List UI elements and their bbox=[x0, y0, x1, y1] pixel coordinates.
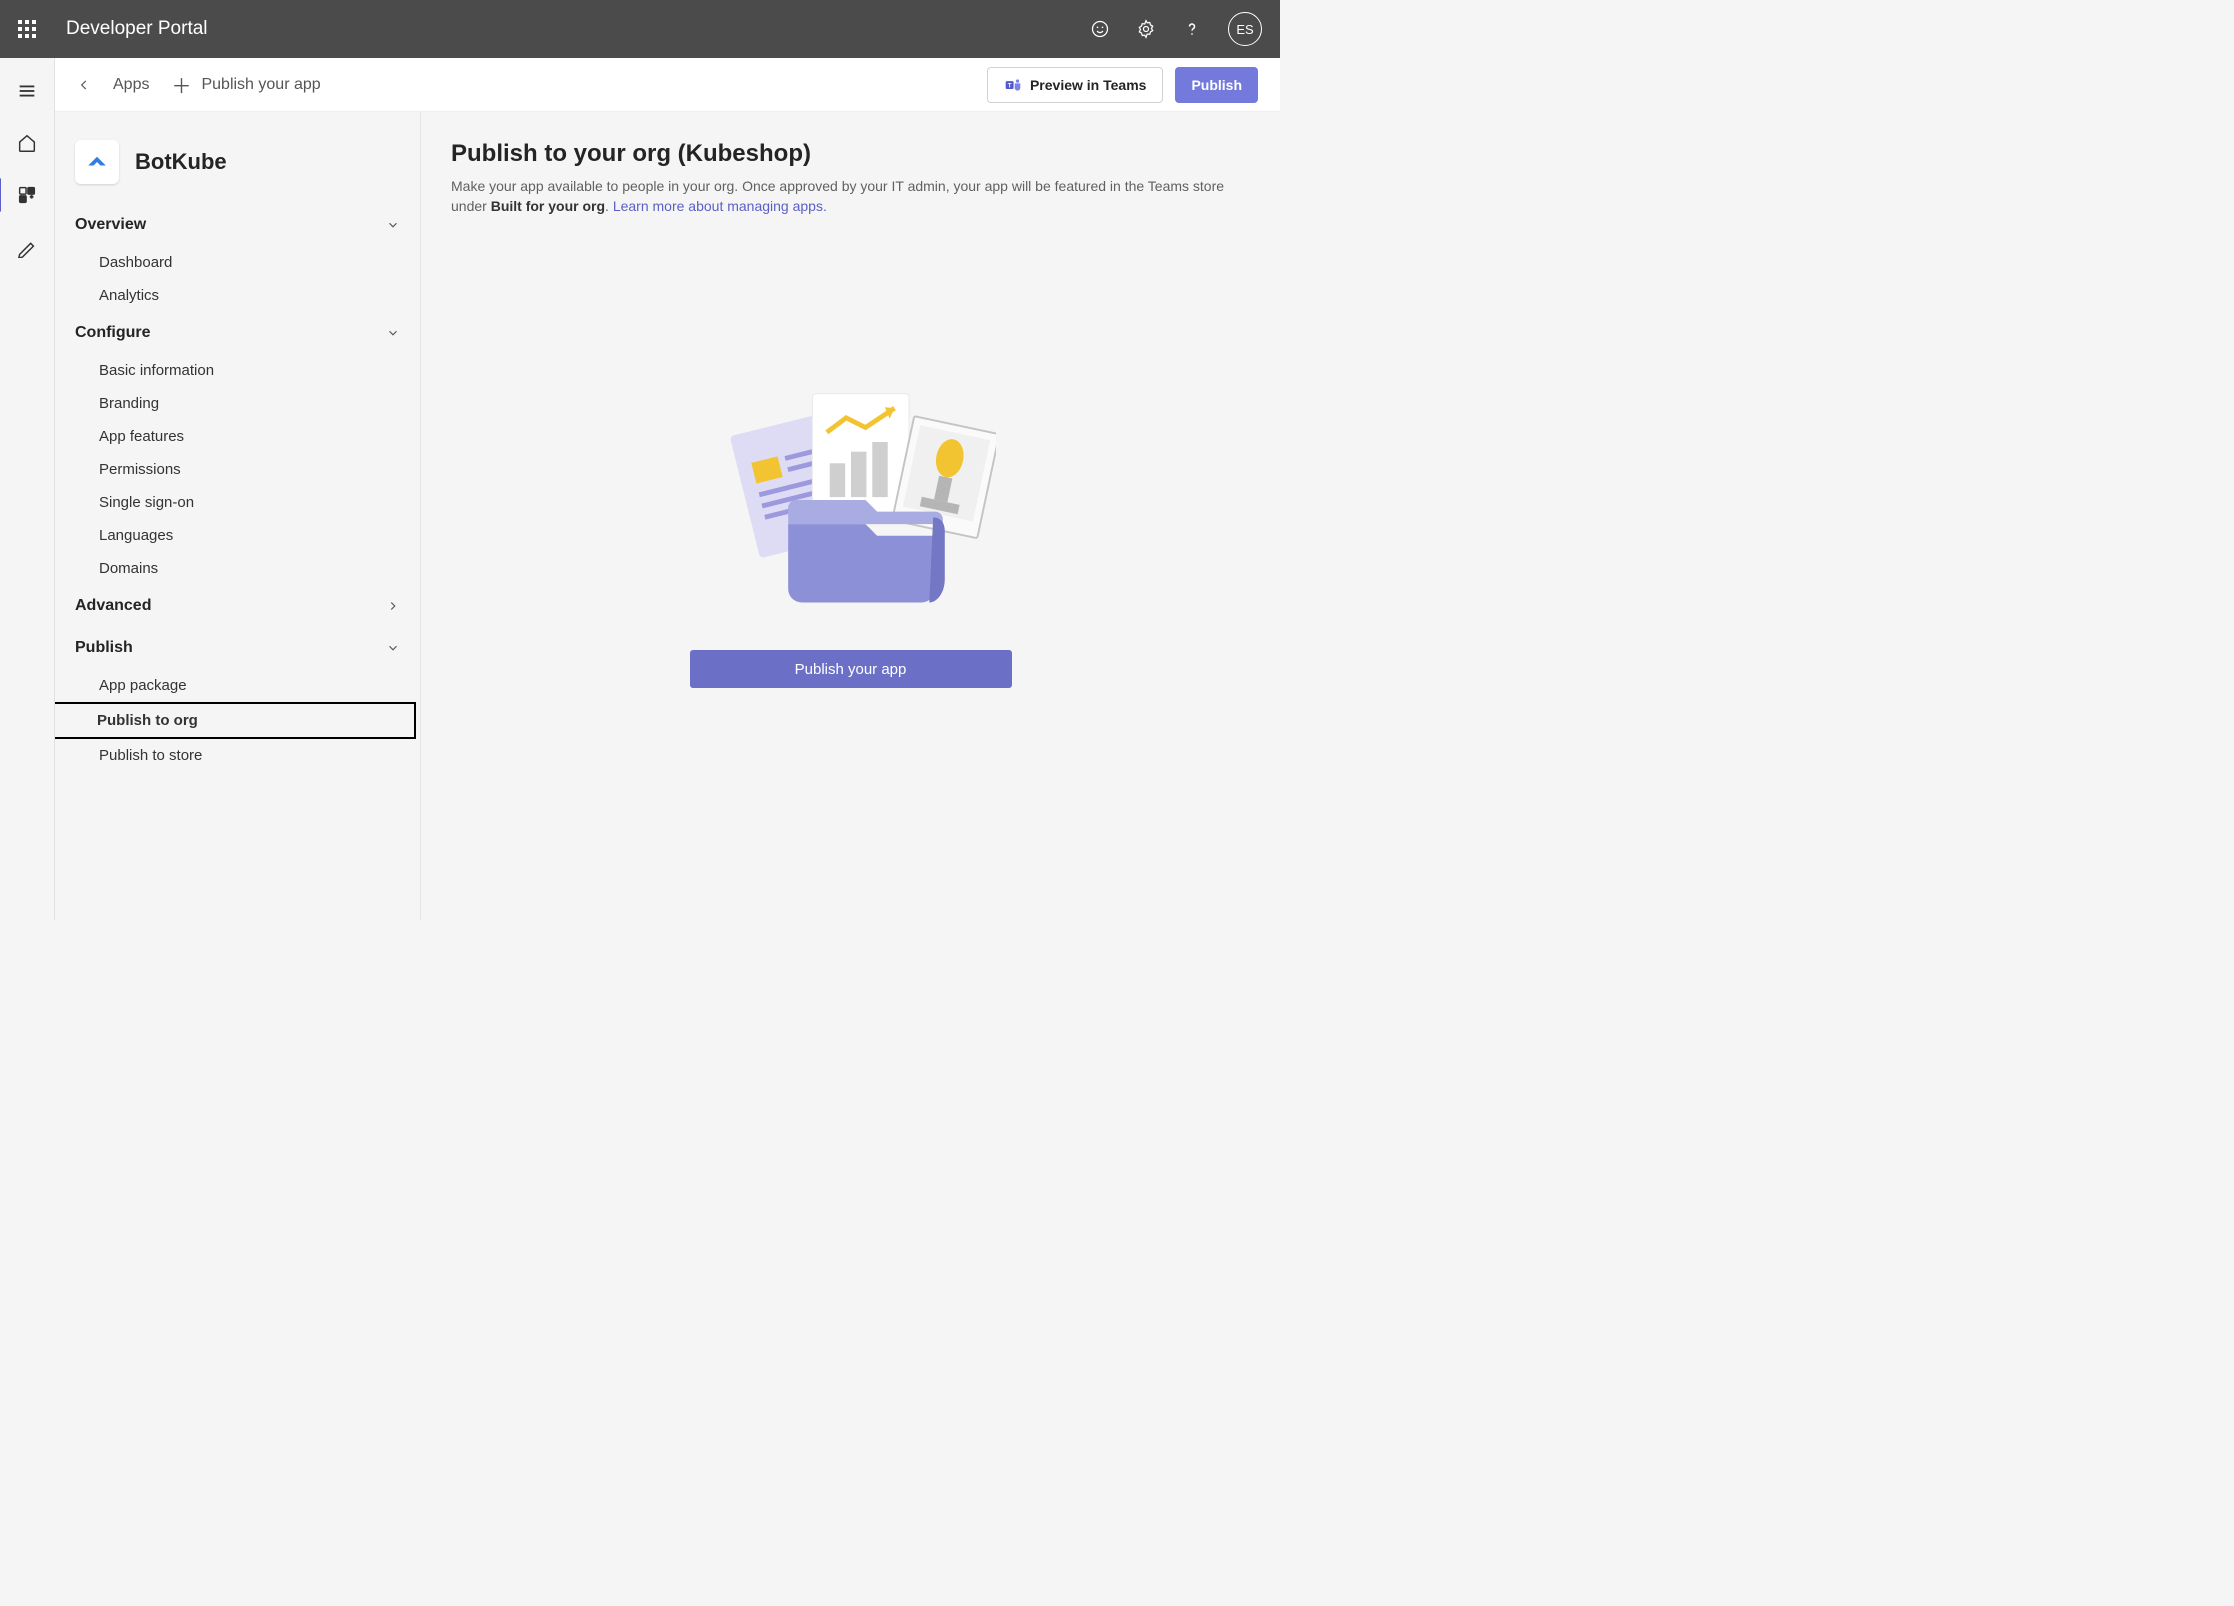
app-header: BotKube bbox=[55, 140, 420, 204]
teams-icon: T bbox=[1004, 76, 1022, 94]
chevron-down-icon bbox=[386, 218, 400, 232]
app-name: BotKube bbox=[135, 149, 227, 175]
publish-illustration bbox=[706, 380, 996, 620]
sub-header: Apps ＋ Publish your app T Preview in Tea… bbox=[55, 58, 1280, 112]
sidebar-item-analytics[interactable]: Analytics bbox=[55, 279, 420, 312]
section-overview[interactable]: Overview bbox=[55, 204, 420, 246]
breadcrumb-apps[interactable]: Apps bbox=[113, 76, 149, 94]
sidebar-item-app-features[interactable]: App features bbox=[55, 420, 420, 453]
hamburger-icon[interactable] bbox=[14, 78, 40, 104]
help-icon[interactable] bbox=[1182, 19, 1202, 39]
chevron-right-icon bbox=[386, 599, 400, 613]
section-advanced-label: Advanced bbox=[75, 597, 151, 615]
sidebar-item-publish-to-org[interactable]: Publish to org bbox=[55, 702, 416, 739]
main-panel: Publish to your org (Kubeshop) Make your… bbox=[421, 112, 1280, 920]
plus-icon: ＋ bbox=[171, 70, 191, 99]
content-column: Apps ＋ Publish your app T Preview in Tea… bbox=[55, 58, 1280, 920]
body-split: BotKube Overview Dashboard Analytics Con… bbox=[55, 112, 1280, 920]
publish-button[interactable]: Publish bbox=[1175, 67, 1258, 103]
svg-text:T: T bbox=[1008, 82, 1012, 89]
back-icon[interactable] bbox=[77, 78, 91, 92]
section-publish-label: Publish bbox=[75, 639, 133, 657]
app-logo bbox=[75, 140, 119, 184]
app-launcher-icon[interactable] bbox=[18, 20, 36, 38]
app-sidebar: BotKube Overview Dashboard Analytics Con… bbox=[55, 112, 421, 920]
publish-your-app-button[interactable]: Publish your app bbox=[690, 650, 1012, 688]
top-header-right: ES bbox=[1090, 12, 1262, 46]
breadcrumb-current-label: Publish your app bbox=[201, 76, 320, 94]
publish-label: Publish bbox=[1191, 77, 1242, 93]
chevron-down-icon bbox=[386, 326, 400, 340]
page-title: Publish to your org (Kubeshop) bbox=[451, 140, 1250, 168]
sidebar-item-domains[interactable]: Domains bbox=[55, 552, 420, 585]
sidebar-item-publish-to-store[interactable]: Publish to store bbox=[55, 739, 420, 772]
sidebar-item-sso[interactable]: Single sign-on bbox=[55, 486, 420, 519]
settings-icon[interactable] bbox=[1136, 19, 1156, 39]
home-icon[interactable] bbox=[14, 130, 40, 156]
portal-title: Developer Portal bbox=[66, 18, 208, 40]
section-overview-label: Overview bbox=[75, 216, 146, 234]
chevron-down-icon bbox=[386, 641, 400, 655]
feedback-icon[interactable] bbox=[1090, 19, 1110, 39]
sidebar-item-dashboard[interactable]: Dashboard bbox=[55, 246, 420, 279]
apps-icon[interactable] bbox=[14, 182, 40, 208]
breadcrumb: Apps ＋ Publish your app bbox=[77, 70, 321, 99]
preview-label: Preview in Teams bbox=[1030, 77, 1146, 93]
main-layout: Apps ＋ Publish your app T Preview in Tea… bbox=[0, 58, 1280, 920]
left-rail bbox=[0, 58, 55, 920]
section-configure-label: Configure bbox=[75, 324, 151, 342]
sidebar-item-permissions[interactable]: Permissions bbox=[55, 453, 420, 486]
preview-in-teams-button[interactable]: T Preview in Teams bbox=[987, 67, 1163, 103]
tools-icon[interactable] bbox=[14, 234, 40, 260]
section-configure[interactable]: Configure bbox=[55, 312, 420, 354]
top-header: Developer Portal ES bbox=[0, 0, 1280, 58]
sidebar-item-app-package[interactable]: App package bbox=[55, 669, 420, 702]
sidebar-item-languages[interactable]: Languages bbox=[55, 519, 420, 552]
sidebar-item-basic-info[interactable]: Basic information bbox=[55, 354, 420, 387]
hero-section: Publish your app bbox=[451, 177, 1250, 892]
section-advanced[interactable]: Advanced bbox=[55, 585, 420, 627]
section-publish[interactable]: Publish bbox=[55, 627, 420, 669]
sidebar-item-branding[interactable]: Branding bbox=[55, 387, 420, 420]
sub-header-actions: T Preview in Teams Publish bbox=[987, 67, 1258, 103]
breadcrumb-current: ＋ Publish your app bbox=[171, 70, 320, 99]
user-avatar[interactable]: ES bbox=[1228, 12, 1262, 46]
